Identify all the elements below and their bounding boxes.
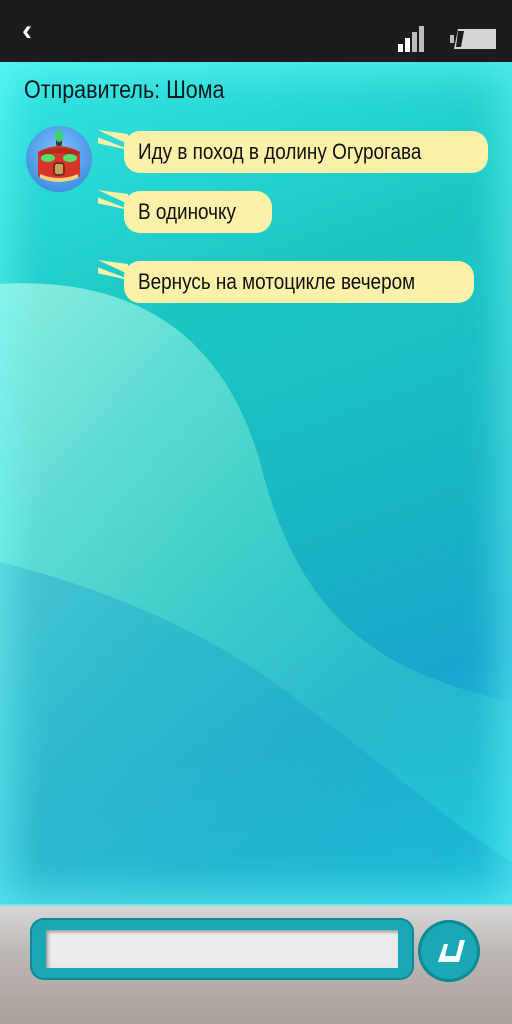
status-bar: ‹ bbox=[0, 0, 512, 62]
send-button[interactable] bbox=[418, 920, 480, 982]
chat-area: Отправитель: Шома Иду в поход в долину О… bbox=[0, 62, 512, 904]
battery-low-icon bbox=[450, 29, 496, 49]
sender-label: Отправитель: Шома bbox=[24, 76, 225, 104]
chevron-left-icon[interactable]: ‹ bbox=[22, 16, 46, 46]
message-input[interactable] bbox=[46, 930, 398, 968]
wallpaper-wave bbox=[0, 283, 512, 904]
message-bubble[interactable]: Иду в поход в долину Огурогава bbox=[124, 131, 488, 173]
robot-avatar-icon[interactable] bbox=[26, 126, 92, 192]
message-text: Вернусь на мотоцикле вечером bbox=[138, 269, 416, 294]
composer-bar bbox=[0, 904, 512, 1024]
message-text: В одиночку bbox=[138, 199, 236, 224]
message-bubble[interactable]: Вернусь на мотоцикле вечером bbox=[124, 261, 474, 303]
message-text: Иду в поход в долину Огурогава bbox=[138, 139, 422, 164]
message-bubble[interactable]: В одиночку bbox=[124, 191, 272, 233]
send-arrow-icon bbox=[438, 940, 465, 962]
message-input-frame bbox=[30, 918, 414, 980]
signal-bars-icon bbox=[398, 26, 424, 52]
